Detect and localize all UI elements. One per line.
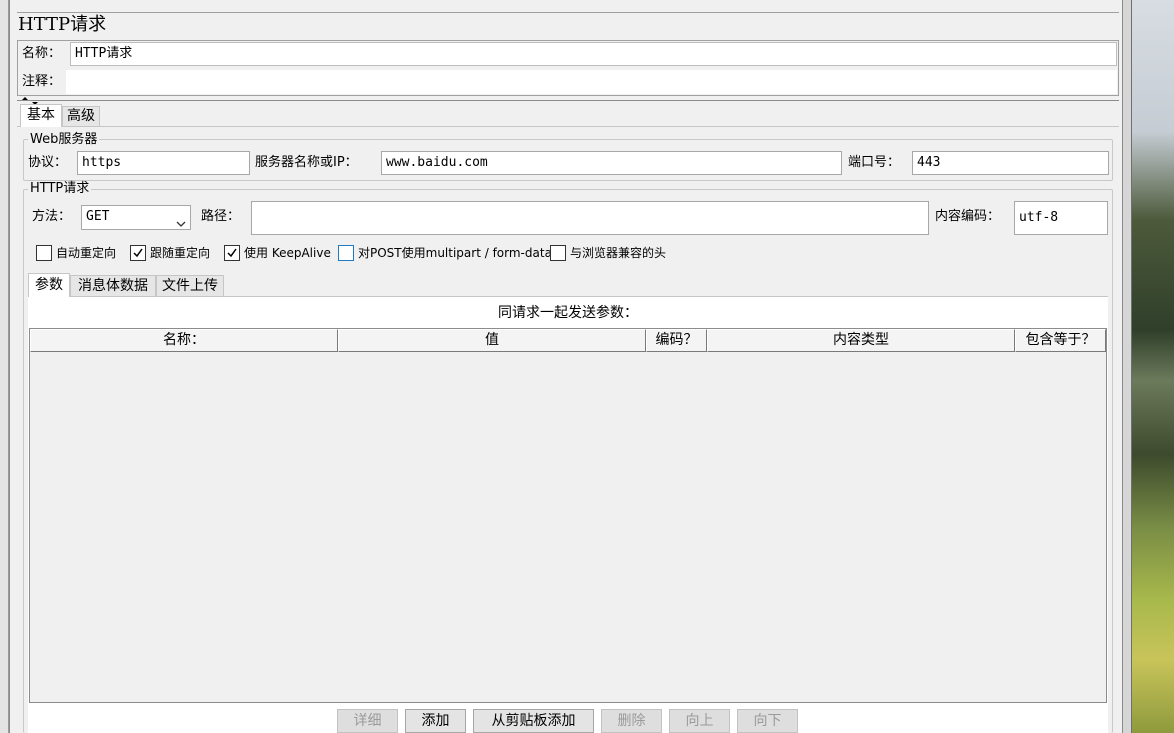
tab-basic[interactable]: 基本 [20, 104, 62, 127]
add-button[interactable]: 添加 [405, 709, 466, 733]
multipart-label: 对POST使用multipart / form-data [358, 246, 552, 260]
page-title: HTTP请求 [18, 14, 107, 35]
protocol-label: 协议： [28, 155, 68, 170]
server-name-field[interactable]: www.baidu.com [381, 151, 842, 175]
multipart-checkbox[interactable] [338, 245, 354, 261]
tabs-baseline [17, 126, 1119, 127]
window-right-edge [1122, 0, 1132, 733]
path-field[interactable] [251, 201, 929, 235]
tab-advanced[interactable]: 高级 [62, 106, 100, 126]
column-header-content-type[interactable]: 内容类型 [707, 329, 1015, 352]
parameters-caption: 同请求一起发送参数： [498, 305, 638, 321]
tab-parameters[interactable]: 参数 [28, 273, 70, 297]
keepalive-label: 使用 KeepAlive [244, 246, 331, 260]
keepalive-checkbox[interactable] [224, 245, 240, 261]
checkmark-icon [133, 248, 143, 258]
browser-headers-label: 与浏览器兼容的头 [570, 246, 667, 260]
method-label: 方法： [32, 209, 72, 224]
splitter-line [17, 100, 1119, 101]
desktop-wallpaper [1132, 0, 1174, 733]
column-header-value[interactable]: 值 [338, 329, 646, 352]
option-follow-redirects[interactable]: 跟随重定向 [130, 245, 210, 261]
parameters-table-body[interactable] [30, 352, 1106, 702]
add-from-clipboard-button[interactable]: 从剪贴板添加 [473, 709, 594, 733]
chevron-down-icon [176, 214, 186, 227]
port-field[interactable]: 443 [912, 151, 1109, 175]
comment-field[interactable] [66, 70, 1117, 94]
tab-body-data[interactable]: 消息体数据 [70, 275, 156, 296]
column-header-name[interactable]: 名称： [30, 329, 338, 352]
http-request-legend: HTTP请求 [28, 181, 92, 197]
down-button[interactable]: 向下 [737, 709, 798, 733]
name-label: 名称： [22, 46, 62, 61]
option-multipart[interactable]: 对POST使用multipart / form-data [338, 245, 552, 261]
option-auto-redirect[interactable]: 自动重定向 [36, 245, 116, 261]
follow-redirects-label: 跟随重定向 [150, 246, 211, 260]
option-keepalive[interactable]: 使用 KeepAlive [224, 245, 331, 261]
auto-redirect-checkbox[interactable] [36, 245, 52, 261]
tab-files-upload[interactable]: 文件上传 [156, 275, 224, 296]
method-value: GET [86, 209, 110, 224]
column-header-include-equals[interactable]: 包含等于？ [1015, 329, 1106, 352]
browser-headers-checkbox[interactable] [550, 245, 566, 261]
server-name-label: 服务器名称或IP： [255, 155, 358, 170]
web-server-legend: Web服务器 [28, 132, 100, 148]
auto-redirect-label: 自动重定向 [56, 246, 117, 260]
option-browser-headers[interactable]: 与浏览器兼容的头 [550, 245, 666, 261]
method-select[interactable]: GET [81, 205, 191, 230]
window-left-edge [0, 0, 9, 733]
protocol-field[interactable]: https [77, 151, 250, 175]
comment-label: 注释： [22, 74, 62, 89]
checkmark-icon [227, 248, 237, 258]
delete-button[interactable]: 删除 [601, 709, 662, 733]
follow-redirects-checkbox[interactable] [130, 245, 146, 261]
detail-button[interactable]: 详细 [337, 709, 398, 733]
column-header-encode[interactable]: 编码？ [646, 329, 707, 352]
port-label: 端口号： [848, 155, 901, 170]
encoding-field[interactable]: utf-8 [1014, 201, 1108, 235]
path-label: 路径： [201, 209, 241, 224]
encoding-label: 内容编码： [935, 209, 1001, 224]
up-button[interactable]: 向上 [669, 709, 730, 733]
name-field[interactable]: HTTP请求 [70, 42, 1117, 66]
title-separator-top [17, 12, 1119, 13]
